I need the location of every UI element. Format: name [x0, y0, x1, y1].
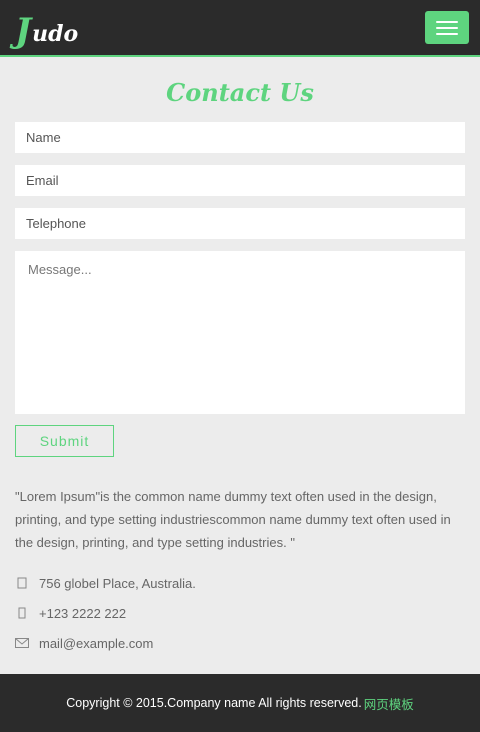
- email-text[interactable]: mail@example.com: [39, 636, 153, 651]
- phone-icon: [15, 606, 29, 620]
- address-text: 756 globel Place, Australia.: [39, 575, 196, 591]
- submit-button[interactable]: Submit: [15, 425, 114, 457]
- logo[interactable]: J udo: [15, 8, 78, 48]
- envelope-icon: [15, 636, 29, 650]
- navbar: J udo: [0, 0, 480, 57]
- logo-initial: J: [15, 11, 32, 51]
- name-input[interactable]: [15, 122, 465, 153]
- footer-link[interactable]: 网页模板: [364, 694, 414, 713]
- location-icon: [15, 576, 29, 590]
- address-row: 756 globel Place, Australia.: [15, 573, 196, 593]
- page-title: Contact Us: [166, 78, 314, 107]
- copyright-text: Copyright © 2015.Company name All rights…: [66, 696, 362, 710]
- logo-text: udo: [32, 21, 79, 47]
- about-text: "Lorem Ipsum"is the common name dummy te…: [15, 489, 451, 550]
- telephone-input[interactable]: [15, 208, 465, 239]
- footer: Copyright © 2015.Company name All rights…: [0, 674, 480, 732]
- email-row: mail@example.com: [15, 633, 153, 653]
- phone-row: +123 2222 222: [15, 603, 126, 623]
- message-textarea[interactable]: [15, 251, 465, 414]
- email-input[interactable]: [15, 165, 465, 196]
- menu-toggle-button[interactable]: [425, 11, 469, 44]
- phone-text: +123 2222 222: [39, 605, 127, 621]
